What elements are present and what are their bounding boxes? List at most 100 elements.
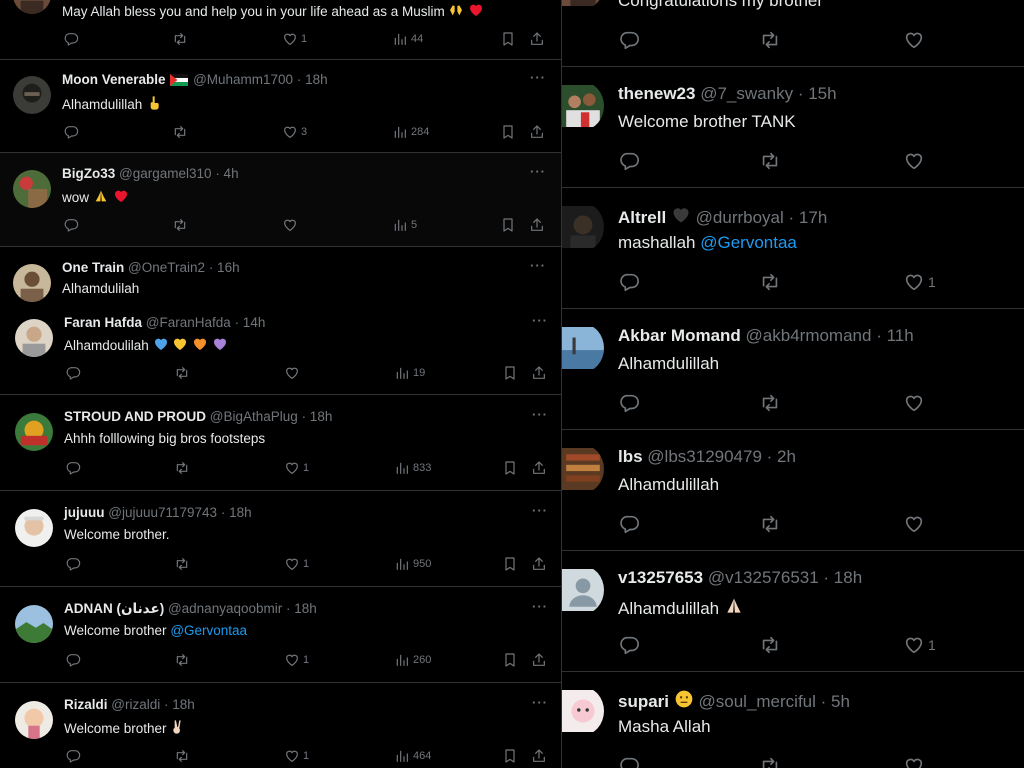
like-button[interactable]	[903, 150, 925, 172]
reply-tweet[interactable]: v13257653 @v132576531 · 18h Alhamdulillah…	[562, 551, 1024, 672]
share-button[interactable]	[531, 652, 547, 668]
more-options-button[interactable]: ···	[530, 258, 546, 273]
more-options-button[interactable]: ···	[532, 407, 548, 422]
author-name[interactable]: jujuuu	[64, 505, 105, 520]
more-options-button[interactable]: ···	[530, 164, 546, 179]
author-handle[interactable]: @soul_merciful	[699, 692, 816, 711]
reply-timestamp[interactable]: · 18h	[286, 601, 317, 616]
author-avatar[interactable]	[13, 76, 51, 114]
author-handle[interactable]: @jujuuu71179743	[108, 505, 217, 520]
like-button[interactable]	[282, 217, 298, 233]
author-name[interactable]: Rizaldi	[64, 697, 108, 712]
reply-timestamp[interactable]: · 18h	[823, 568, 862, 587]
like-button[interactable]: 3	[282, 124, 307, 140]
reply-tweet[interactable]: lbs @lbs31290479 · 2h Alhamdulillah	[562, 430, 1024, 551]
bookmark-button[interactable]	[502, 460, 518, 476]
reply-tweet[interactable]: ADNAN (عدنان) @adnanyaqoobmir · 18h Welco…	[0, 587, 561, 683]
more-options-button[interactable]: ···	[532, 695, 548, 710]
reply-tweet[interactable]: thenew23 @7_swanky · 15h Welcome brother …	[562, 67, 1024, 188]
reply-tweet[interactable]: Akbar Momand @akb4rmomand · 11h Alhamduli…	[562, 309, 1024, 430]
repost-button[interactable]	[759, 29, 781, 51]
author-handle[interactable]: @akb4rmomand	[746, 326, 872, 345]
repost-button[interactable]	[759, 513, 781, 535]
repost-button[interactable]	[759, 150, 781, 172]
reply-button[interactable]	[63, 217, 79, 233]
reply-timestamp[interactable]: · 2h	[767, 447, 796, 466]
bookmark-button[interactable]	[502, 556, 518, 572]
author-avatar[interactable]	[15, 509, 53, 547]
author-handle[interactable]: @BigAthaPlug	[210, 409, 298, 424]
like-button[interactable]	[903, 29, 925, 51]
author-avatar[interactable]	[15, 605, 53, 643]
author-avatar[interactable]	[15, 319, 53, 357]
repost-button[interactable]	[172, 31, 188, 47]
repost-button[interactable]	[172, 217, 188, 233]
reply-button[interactable]	[65, 556, 81, 572]
views-button[interactable]: 19	[394, 365, 425, 381]
reply-tweet[interactable]: Altrell @durrboyal · 17h mashallah @Gervo…	[562, 188, 1024, 309]
views-button[interactable]: 950	[394, 556, 431, 572]
reply-timestamp[interactable]: · 17h	[789, 208, 828, 227]
repost-button[interactable]	[172, 124, 188, 140]
more-options-button[interactable]: ···	[530, 70, 546, 85]
author-name[interactable]: lbs	[618, 447, 643, 466]
reply-button[interactable]	[618, 29, 640, 51]
repost-button[interactable]	[174, 556, 190, 572]
reply-button[interactable]	[65, 365, 81, 381]
reply-timestamp[interactable]: · 18h	[302, 409, 333, 424]
author-avatar[interactable]	[562, 445, 604, 493]
reply-timestamp[interactable]: · 11h	[876, 326, 914, 345]
author-avatar[interactable]	[562, 324, 604, 372]
views-button[interactable]: 44	[392, 31, 423, 47]
views-button[interactable]: 464	[394, 748, 431, 764]
reply-button[interactable]	[65, 460, 81, 476]
bookmark-button[interactable]	[502, 748, 518, 764]
reply-button[interactable]	[618, 634, 640, 656]
like-button[interactable]	[284, 365, 300, 381]
share-button[interactable]	[531, 460, 547, 476]
author-name[interactable]: BigZo33	[62, 166, 115, 181]
author-handle[interactable]: @gargamel310	[119, 166, 212, 181]
bookmark-button[interactable]	[502, 652, 518, 668]
author-name[interactable]: thenew23	[618, 84, 695, 103]
more-options-button[interactable]: ···	[532, 503, 548, 518]
author-name[interactable]: supari	[618, 692, 669, 711]
author-handle[interactable]: @v132576531	[708, 568, 819, 587]
reply-timestamp[interactable]: · 5h	[821, 692, 850, 711]
like-button[interactable]	[903, 392, 925, 414]
share-button[interactable]	[531, 556, 547, 572]
repost-button[interactable]	[174, 748, 190, 764]
like-button[interactable]: 1	[284, 652, 309, 668]
reply-button[interactable]	[618, 271, 640, 293]
like-button[interactable]: 1	[284, 460, 309, 476]
like-button[interactable]: 1	[903, 271, 936, 293]
author-handle[interactable]: @FaranHafda	[146, 315, 231, 330]
reply-button[interactable]	[618, 755, 640, 768]
share-button[interactable]	[529, 31, 545, 47]
reply-timestamp[interactable]: · 18h	[297, 72, 328, 87]
author-name[interactable]: ADNAN (عدنان)	[64, 601, 164, 616]
reply-tweet[interactable]: May Allah bless you and help you in your…	[0, 0, 561, 60]
like-button[interactable]: 1	[284, 556, 309, 572]
views-button[interactable]: 284	[392, 124, 429, 140]
reply-button[interactable]	[65, 652, 81, 668]
mention-link[interactable]: @Gervontaa	[700, 233, 797, 252]
repost-button[interactable]	[174, 652, 190, 668]
author-handle[interactable]: @durrboyal	[696, 208, 784, 227]
like-button[interactable]: 1	[282, 31, 307, 47]
bookmark-button[interactable]	[502, 365, 518, 381]
author-name[interactable]: Moon Venerable	[62, 72, 166, 87]
views-button[interactable]: 260	[394, 652, 431, 668]
reply-tweet[interactable]: BigZo33 @gargamel310 · 4h wow ··· 5	[0, 153, 561, 247]
reply-timestamp[interactable]: · 18h	[221, 505, 252, 520]
author-name[interactable]: Altrell	[618, 208, 666, 227]
author-handle[interactable]: @lbs31290479	[647, 447, 762, 466]
author-handle[interactable]: @adnanyaqoobmir	[168, 601, 282, 616]
author-name[interactable]: v13257653	[618, 568, 703, 587]
author-avatar[interactable]	[562, 82, 604, 130]
author-avatar[interactable]	[562, 203, 604, 251]
reply-tweet[interactable]: jujuuu @jujuuu71179743 · 18h Welcome brot…	[0, 491, 561, 587]
reply-tweet[interactable]: Moon Venerable @Muhamm1700 · 18h Alhamdul…	[0, 60, 561, 153]
reply-tweet[interactable]: Faran Hafda @FaranHafda · 14h Alhamdoulil…	[0, 307, 561, 395]
share-button[interactable]	[531, 748, 547, 764]
